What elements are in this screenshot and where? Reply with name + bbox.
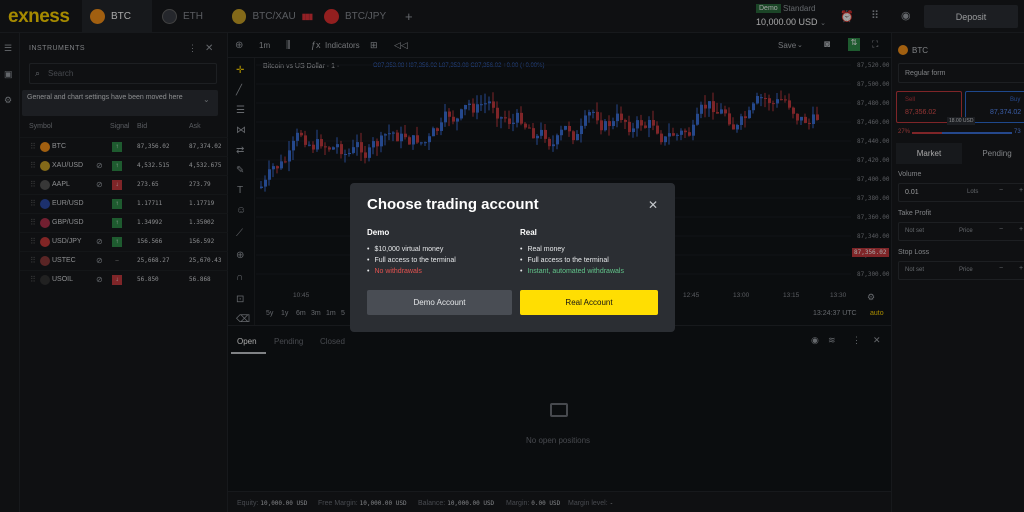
choose-account-modal: Choose trading account ✕ Demo $10,000 vi… bbox=[350, 183, 675, 332]
list-item: Full access to the terminal bbox=[520, 255, 624, 266]
list-item: No withdrawals bbox=[367, 266, 456, 277]
demo-account-button[interactable]: Demo Account bbox=[367, 290, 512, 315]
list-item: Real money bbox=[520, 244, 624, 255]
demo-features: $10,000 virtual money Full access to the… bbox=[367, 244, 456, 277]
list-item: $10,000 virtual money bbox=[367, 244, 456, 255]
list-item: Full access to the terminal bbox=[367, 255, 455, 266]
real-features: Real money Full access to the terminal I… bbox=[520, 244, 624, 277]
real-heading: Real bbox=[520, 228, 537, 237]
demo-heading: Demo bbox=[367, 228, 390, 237]
close-icon[interactable]: ✕ bbox=[648, 198, 658, 212]
list-item: Instant, automated withdrawals bbox=[520, 266, 624, 277]
real-account-button[interactable]: Real Account bbox=[520, 290, 658, 315]
modal-title: Choose trading account bbox=[367, 196, 539, 213]
